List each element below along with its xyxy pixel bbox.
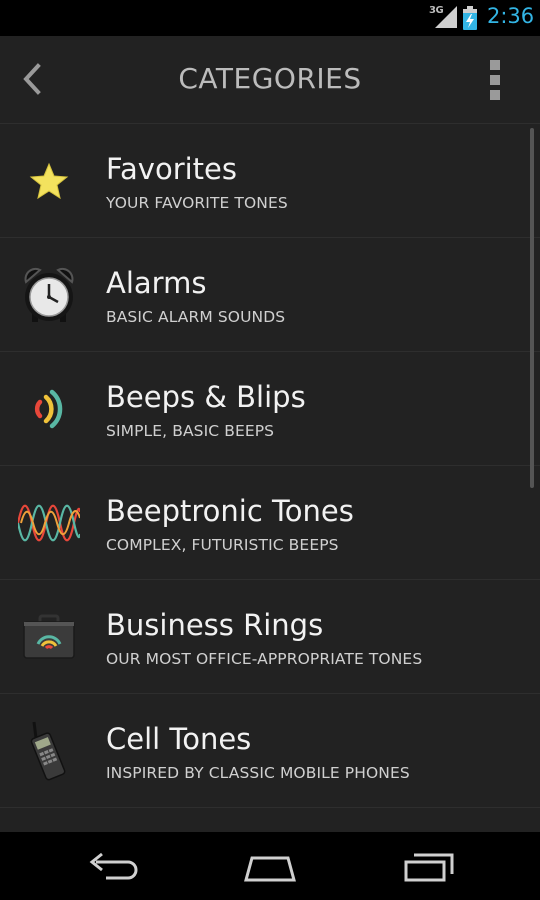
back-nav-icon[interactable]: [86, 850, 138, 882]
recent-apps-icon[interactable]: [402, 850, 456, 882]
category-title: Alarms: [106, 266, 207, 300]
category-title: Beeps & Blips: [106, 380, 306, 414]
category-item-beeps-blips[interactable]: Beeps & Blips SIMPLE, BASIC BEEPS: [0, 352, 540, 466]
scrollbar[interactable]: [530, 128, 534, 488]
signal-icon: [435, 6, 457, 28]
category-item-favorites[interactable]: Favorites YOUR FAVORITE TONES: [0, 124, 540, 238]
category-subtitle: BASIC ALARM SOUNDS: [106, 308, 286, 326]
category-title: Business Rings: [106, 608, 324, 642]
category-item-alarms[interactable]: Alarms BASIC ALARM SOUNDS: [0, 238, 540, 352]
category-subtitle: SIMPLE, BASIC BEEPS: [106, 422, 275, 440]
cell-phone-icon: [30, 721, 66, 781]
briefcase-icon: [23, 614, 75, 659]
sound-waves-icon: [34, 389, 63, 429]
category-subtitle: OUR MOST OFFICE-APPROPRIATE TONES: [106, 650, 423, 668]
category-title: Favorites: [106, 152, 237, 186]
category-item-business[interactable]: Business Rings OUR MOST OFFICE-APPROPRIA…: [0, 580, 540, 694]
alarm-clock-icon: [24, 267, 74, 322]
status-bar: 3G 2:36: [0, 0, 540, 36]
star-icon: [29, 162, 69, 200]
category-title: Cell Tones: [106, 722, 252, 756]
category-subtitle: COMPLEX, FUTURISTIC BEEPS: [106, 536, 339, 554]
category-list[interactable]: Favorites YOUR FAVORITE TONES Alarms BAS…: [0, 124, 540, 832]
category-item-cell-tones[interactable]: Cell Tones INSPIRED BY CLASSIC MOBILE PH…: [0, 694, 540, 808]
category-item-beeptronic[interactable]: Beeptronic Tones COMPLEX, FUTURISTIC BEE…: [0, 466, 540, 580]
category-subtitle: YOUR FAVORITE TONES: [106, 194, 288, 212]
status-clock: 2:36: [487, 4, 535, 28]
overflow-menu-icon[interactable]: [486, 58, 506, 102]
page-title: CATEGORIES: [178, 62, 362, 95]
category-subtitle: INSPIRED BY CLASSIC MOBILE PHONES: [106, 764, 410, 782]
navigation-bar: [0, 832, 540, 900]
home-nav-icon[interactable]: [242, 850, 298, 882]
battery-charging-icon: [463, 6, 477, 30]
category-title: Beeptronic Tones: [106, 494, 354, 528]
action-bar: CATEGORIES: [0, 36, 540, 124]
waveform-icon: [18, 504, 80, 542]
